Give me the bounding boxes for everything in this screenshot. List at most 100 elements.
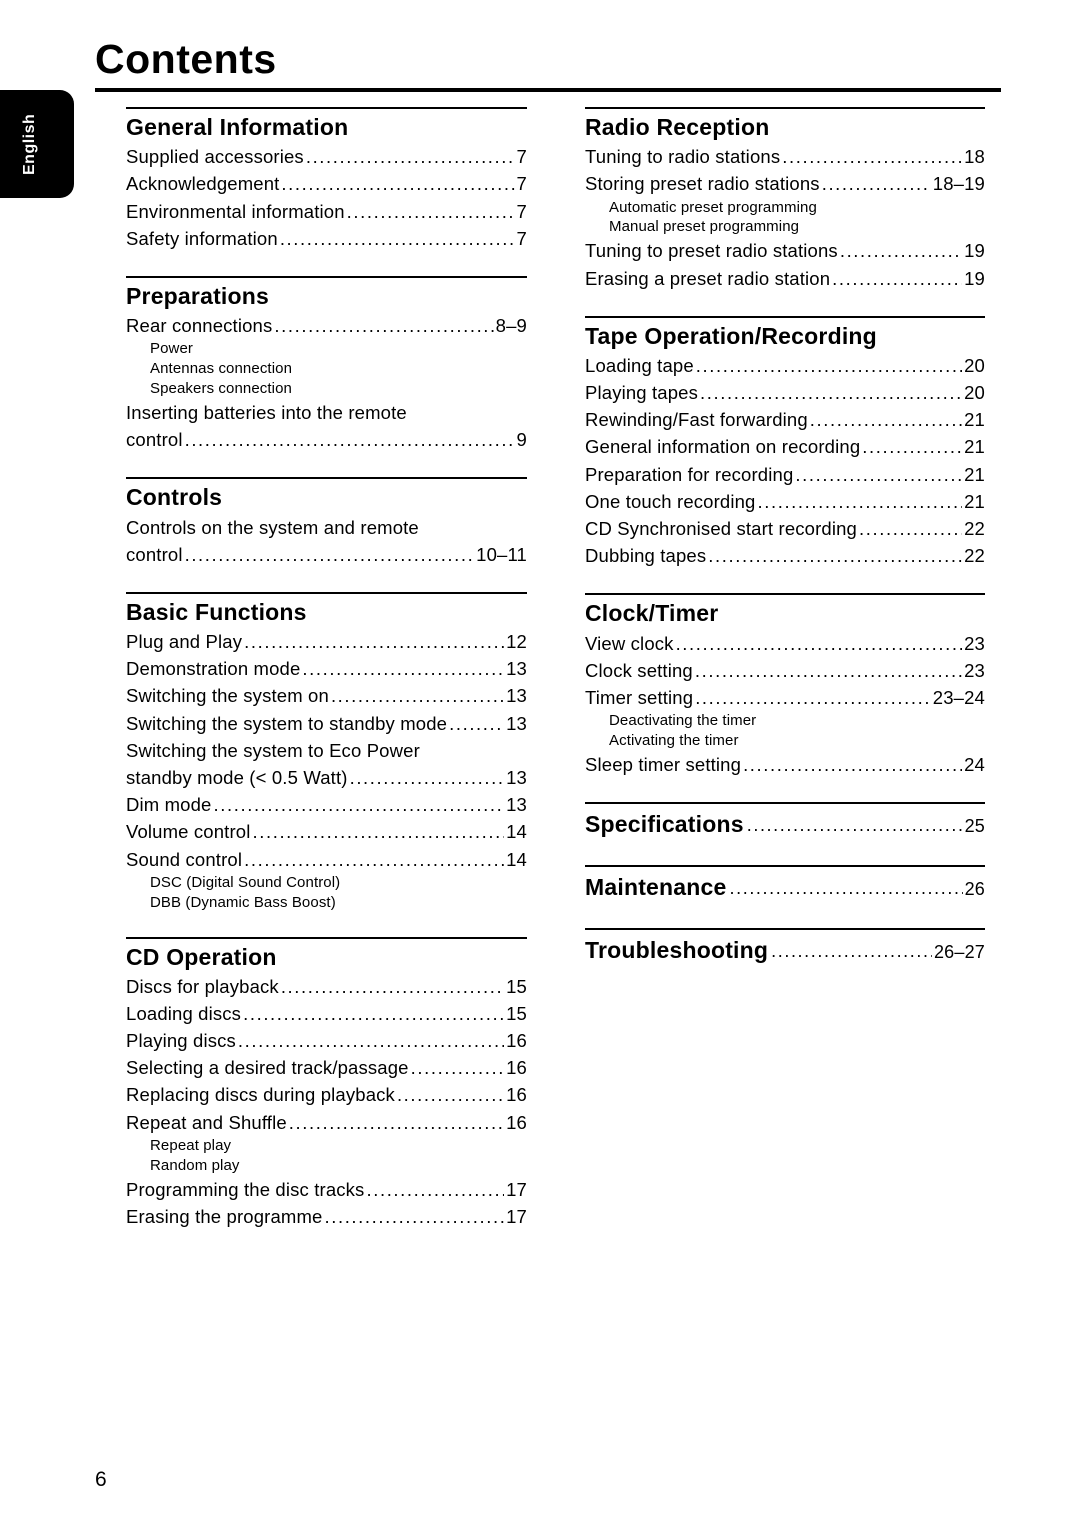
section-heading: Specifications: [585, 811, 744, 838]
entry-page-number: 9: [516, 429, 527, 451]
toc-entry[interactable]: Selecting a desired track/passage.......…: [126, 1054, 527, 1081]
leader-dots: ........................................…: [410, 1057, 504, 1079]
section-rule: [585, 928, 985, 931]
toc-entry[interactable]: control.................................…: [126, 541, 527, 568]
leader-dots: ........................................…: [279, 227, 515, 249]
toc-entry[interactable]: control.................................…: [126, 426, 527, 453]
entry-page-number: 15: [506, 975, 527, 997]
toc-entry[interactable]: Sleep timer setting.....................…: [585, 751, 985, 778]
leader-dots: ........................................…: [809, 409, 962, 431]
toc-entry[interactable]: Specifications..........................…: [585, 811, 985, 838]
entry-page-number: 21: [964, 490, 985, 512]
toc-entry[interactable]: Timer setting...........................…: [585, 684, 985, 711]
toc-entry[interactable]: Repeat and Shuffle......................…: [126, 1109, 527, 1136]
leader-dots: ........................................…: [694, 659, 962, 681]
leader-dots: ........................................…: [832, 267, 962, 289]
toc-entry[interactable]: Discs for playback......................…: [126, 973, 527, 1000]
toc-entry[interactable]: Loading discs...........................…: [126, 1000, 527, 1027]
section-rule: [585, 593, 985, 596]
toc-entry[interactable]: General information on recording........…: [585, 433, 985, 460]
toc-entry[interactable]: Maintenance.............................…: [585, 874, 985, 901]
entry-page-number: 23–24: [932, 686, 985, 708]
entry-label: Repeat and Shuffle: [126, 1111, 287, 1133]
entry-label: Dubbing tapes: [585, 545, 707, 567]
toc-entry[interactable]: CD Synchronised start recording.........…: [585, 515, 985, 542]
section-rule: [585, 865, 985, 868]
toc-entry[interactable]: Sound control...........................…: [126, 846, 527, 873]
leader-dots: ........................................…: [252, 821, 504, 843]
toc-entry[interactable]: Playing tapes...........................…: [585, 379, 985, 406]
toc-entry-wrap-line[interactable]: Switching the system to Eco Power: [126, 737, 527, 764]
toc-entry[interactable]: Safety information......................…: [126, 225, 527, 252]
toc-entry[interactable]: Programming the disc tracks.............…: [126, 1176, 527, 1203]
entry-label: control: [126, 543, 183, 565]
toc-entry-wrap-line[interactable]: Inserting batteries into the remote: [126, 399, 527, 426]
entry-label: Volume control: [126, 821, 251, 843]
toc-entry[interactable]: Preparation for recording...............…: [585, 461, 985, 488]
leader-dots: ........................................…: [821, 173, 931, 195]
entry-label: control: [126, 429, 183, 451]
toc-section-basic-functions: Basic Functions Plug and Play............…: [126, 591, 527, 937]
entry-label: Sound control: [126, 848, 243, 870]
entry-label: Environmental information: [126, 200, 345, 222]
entry-page-number: 16: [506, 1057, 527, 1079]
toc-entry[interactable]: Troubleshooting.........................…: [585, 937, 985, 964]
entry-page-number: 17: [506, 1178, 527, 1200]
entry-label: Rewinding/Fast forwarding: [585, 409, 808, 431]
toc-entry[interactable]: Erasing a preset radio station..........…: [585, 265, 985, 292]
toc-entry[interactable]: View clock..............................…: [585, 630, 985, 657]
toc-entry[interactable]: Switching the system on.................…: [126, 682, 527, 709]
entry-page-number: 21: [964, 436, 985, 458]
language-tab-label: English: [21, 113, 38, 175]
toc-entry[interactable]: Erasing the programme...................…: [126, 1203, 527, 1230]
toc-entry[interactable]: Supplied accessories....................…: [126, 143, 527, 170]
toc-entry[interactable]: Switching the system to standby mode....…: [126, 710, 527, 737]
toc-entry[interactable]: Tuning to radio stations................…: [585, 143, 985, 170]
entry-page-number: 23: [964, 659, 985, 681]
toc-entry[interactable]: Volume control..........................…: [126, 818, 527, 845]
toc-entry[interactable]: standby mode (< 0.5 Watt)...............…: [126, 764, 527, 791]
toc-section-tape-operation-recording: Tape Operation/Recording Loading tape....…: [585, 315, 985, 594]
toc-section-clock-timer: Clock/Timer View clock...................…: [585, 593, 985, 802]
toc-section-maintenance: Maintenance.............................…: [585, 865, 985, 928]
entry-label: Playing tapes: [585, 382, 699, 404]
section-heading: Maintenance: [585, 874, 727, 901]
section-rule: [126, 275, 527, 278]
toc-entry[interactable]: Replacing discs during playback.........…: [126, 1081, 527, 1108]
entry-label: Timer setting: [585, 686, 694, 708]
section-rule: [585, 315, 985, 318]
toc-entry[interactable]: Dim mode................................…: [126, 791, 527, 818]
entry-page-number: 15: [506, 1002, 527, 1024]
toc-entry[interactable]: Playing discs...........................…: [126, 1027, 527, 1054]
toc-entry-wrap-line[interactable]: Controls on the system and remote: [126, 514, 527, 541]
entry-page-number: 13: [506, 766, 527, 788]
toc-entry[interactable]: Plug and Play...........................…: [126, 628, 527, 655]
entry-page-number: 7: [516, 227, 527, 249]
entry-label: Safety information: [126, 227, 278, 249]
toc-subentry: Deactivating the timer: [609, 712, 757, 730]
section-rule: [585, 802, 985, 805]
toc-entry[interactable]: Demonstration mode......................…: [126, 655, 527, 682]
entry-label: Replacing discs during playback: [126, 1084, 395, 1106]
toc-entry[interactable]: Dubbing tapes...........................…: [585, 542, 985, 569]
toc-entry[interactable]: Rewinding/Fast forwarding...............…: [585, 406, 985, 433]
toc-entry[interactable]: Storing preset radio stations...........…: [585, 170, 985, 197]
entry-label: Tuning to radio stations: [585, 146, 781, 168]
toc-entry[interactable]: One touch recording.....................…: [585, 488, 985, 515]
toc-entry[interactable]: Rear connections........................…: [126, 312, 527, 339]
section-heading: Basic Functions: [126, 598, 307, 625]
page-number: 6: [95, 1468, 107, 1491]
leader-dots: ........................................…: [243, 1002, 505, 1024]
toc-entry[interactable]: Acknowledgement.........................…: [126, 170, 527, 197]
toc-entry[interactable]: Environmental information...............…: [126, 198, 527, 225]
entry-page-number: 10–11: [476, 543, 527, 565]
entry-page-number: 16: [506, 1111, 527, 1133]
toc-entry[interactable]: Loading tape............................…: [585, 352, 985, 379]
toc-entry[interactable]: Tuning to preset radio stations.........…: [585, 237, 985, 264]
toc-section-preparations: Preparations Rear connections............…: [126, 275, 527, 478]
leader-dots: ........................................…: [288, 1111, 505, 1133]
toc-entry[interactable]: Clock setting...........................…: [585, 657, 985, 684]
entry-page-number: 16: [506, 1084, 527, 1106]
